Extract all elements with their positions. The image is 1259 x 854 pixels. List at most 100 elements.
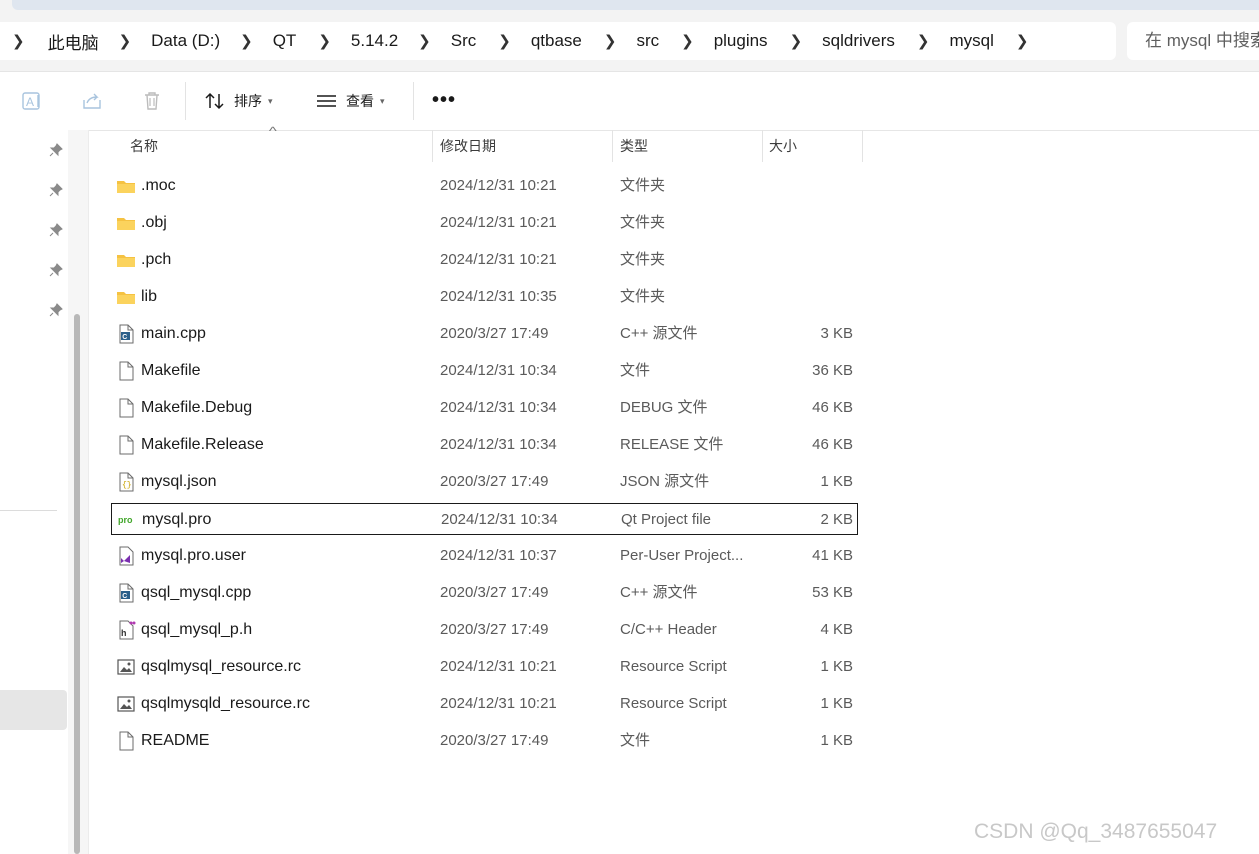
file-row[interactable]: .pch 2024/12/31 10:21 文件夹 bbox=[111, 244, 857, 276]
chevron-right-icon[interactable]: ❯ bbox=[119, 32, 132, 50]
file-size: 41 KB bbox=[812, 547, 853, 564]
chevron-right-icon[interactable]: ❯ bbox=[240, 32, 253, 50]
pin-icon[interactable] bbox=[49, 263, 63, 277]
file-row[interactable]: lib 2024/12/31 10:35 文件夹 bbox=[111, 281, 857, 313]
breadcrumb-item[interactable]: mysql bbox=[949, 31, 993, 51]
file-row[interactable]: .moc 2024/12/31 10:21 文件夹 bbox=[111, 170, 857, 202]
pane-divider bbox=[88, 130, 89, 854]
pin-icon[interactable] bbox=[49, 223, 63, 237]
breadcrumb-item[interactable]: qtbase bbox=[531, 31, 582, 51]
file-row[interactable]: Cmain.cpp 2020/3/27 17:49 C++ 源文件 3 KB bbox=[111, 318, 857, 350]
breadcrumb-label: 5.14.2 bbox=[350, 31, 399, 50]
column-separator[interactable] bbox=[432, 130, 433, 162]
share-icon[interactable] bbox=[81, 90, 103, 112]
file-date: 2024/12/31 10:34 bbox=[440, 399, 557, 416]
delete-icon[interactable] bbox=[141, 90, 163, 112]
chevron-right-icon[interactable]: ❯ bbox=[318, 32, 331, 50]
file-type: 文件夹 bbox=[620, 214, 666, 231]
file-row[interactable]: Makefile.Debug 2024/12/31 10:34 DEBUG 文件 46… bbox=[111, 392, 857, 424]
sort-button[interactable]: 排序 ▾ bbox=[204, 89, 273, 113]
file-row[interactable]: README 2020/3/27 17:49 文件 1 KB bbox=[111, 725, 857, 757]
watermark: CSDN @Qq_3487655047 bbox=[974, 820, 1218, 843]
file-type: C++ 源文件 bbox=[620, 325, 698, 342]
sort-icon bbox=[205, 92, 224, 110]
chevron-right-icon[interactable]: ❯ bbox=[1016, 32, 1029, 50]
chevron-right-icon[interactable]: ❯ bbox=[790, 32, 803, 50]
file-name: README bbox=[141, 732, 210, 749]
pin-icon[interactable] bbox=[49, 143, 63, 157]
breadcrumb-item[interactable]: plugins bbox=[714, 31, 768, 51]
file-type: C/C++ Header bbox=[620, 621, 717, 638]
file-type: DEBUG 文件 bbox=[620, 399, 708, 416]
file-row[interactable]: Makefile 2024/12/31 10:34 文件 36 KB bbox=[111, 355, 857, 387]
file-date: 2024/12/31 10:37 bbox=[440, 547, 557, 564]
rename-icon[interactable]: A bbox=[21, 90, 43, 112]
breadcrumb-item[interactable]: 此电脑 bbox=[48, 29, 99, 54]
file-name: mysql.pro.user bbox=[141, 547, 246, 564]
column-separator[interactable] bbox=[762, 130, 763, 162]
nav-item-selected[interactable] bbox=[0, 690, 67, 730]
nav-scrollbar-thumb[interactable] bbox=[74, 314, 80, 854]
chevron-right-icon[interactable]: ❯ bbox=[917, 32, 930, 50]
blank-file-icon bbox=[119, 731, 134, 751]
file-date: 2024/12/31 10:34 bbox=[441, 511, 558, 528]
chevron-right-icon[interactable]: ❯ bbox=[681, 32, 694, 50]
file-date: 2020/3/27 17:49 bbox=[440, 732, 549, 749]
file-row[interactable]: .obj 2024/12/31 10:21 文件夹 bbox=[111, 207, 857, 239]
file-type: Per-User Project... bbox=[620, 547, 744, 564]
file-type: C++ 源文件 bbox=[620, 584, 698, 601]
breadcrumb-root-chevron[interactable]: ❯ bbox=[12, 32, 25, 50]
chevron-right-icon[interactable]: ❯ bbox=[498, 32, 511, 50]
search-input[interactable]: 在 mysql 中搜索 bbox=[1127, 22, 1259, 60]
pin-icon[interactable] bbox=[49, 303, 63, 317]
file-size: 1 KB bbox=[820, 473, 853, 490]
view-button[interactable]: 查看 ▾ bbox=[316, 89, 385, 113]
breadcrumb-item[interactable]: Src bbox=[451, 31, 477, 51]
column-header-date[interactable]: 修改日期 bbox=[440, 130, 496, 162]
qt-pro-file-icon: pro bbox=[118, 514, 136, 526]
breadcrumb-label: 此电脑 bbox=[47, 33, 99, 53]
file-size: 2 KB bbox=[820, 511, 853, 528]
file-row[interactable]: qsqlmysqld_resource.rc 2024/12/31 10:21 Re… bbox=[111, 688, 857, 720]
folder-icon bbox=[117, 255, 135, 267]
file-name: Makefile.Debug bbox=[141, 399, 253, 416]
toolbar-divider bbox=[413, 82, 414, 120]
file-type: 文件夹 bbox=[620, 288, 666, 305]
view-icon bbox=[317, 95, 336, 107]
file-date: 2020/3/27 17:49 bbox=[440, 473, 549, 490]
breadcrumb-item[interactable]: QT bbox=[273, 31, 297, 51]
breadcrumb-label: qtbase bbox=[530, 31, 582, 50]
column-header-type[interactable]: 类型 bbox=[620, 130, 648, 162]
breadcrumb-item[interactable]: 5.14.2 bbox=[351, 31, 398, 51]
breadcrumb-label: sqldrivers bbox=[822, 31, 895, 50]
file-name: Makefile bbox=[141, 362, 201, 379]
file-row[interactable]: mysql.pro.user 2024/12/31 10:37 Per-User P… bbox=[111, 540, 857, 572]
file-row[interactable]: Makefile.Release 2024/12/31 10:34 RELEASE … bbox=[111, 429, 857, 461]
column-header-size[interactable]: 大小 bbox=[769, 130, 797, 162]
file-row[interactable]: {} mysql.json 2020/3/27 17:49 JSON 源文件 1 KB bbox=[111, 466, 857, 498]
file-row[interactable]: Cqsql_mysql.cpp 2020/3/27 17:49 C++ 源文件 53 … bbox=[111, 577, 857, 609]
cpp-file-icon: C bbox=[119, 583, 134, 603]
file-date: 2024/12/31 10:21 bbox=[440, 251, 557, 268]
breadcrumb[interactable]: ❯ 此电脑 ❯ Data (D:) ❯ QT ❯ 5.14.2 ❯ Src ❯ … bbox=[0, 22, 1116, 60]
file-row[interactable]: qsqlmysql_resource.rc 2024/12/31 10:21 Res… bbox=[111, 651, 857, 683]
breadcrumb-item[interactable]: src bbox=[636, 31, 659, 51]
breadcrumb-item[interactable]: sqldrivers bbox=[822, 31, 895, 51]
folder-icon bbox=[117, 218, 135, 230]
breadcrumb-label: mysql bbox=[949, 31, 994, 50]
column-separator[interactable] bbox=[862, 130, 863, 162]
more-icon[interactable]: ••• bbox=[432, 89, 456, 112]
chevron-down-icon: ▾ bbox=[380, 95, 385, 106]
breadcrumb-item[interactable]: Data (D:) bbox=[151, 31, 220, 51]
column-header-name[interactable]: 名称 bbox=[130, 130, 158, 162]
chevron-right-icon[interactable]: ❯ bbox=[418, 32, 431, 50]
chevron-right-icon[interactable]: ❯ bbox=[604, 32, 617, 50]
column-separator[interactable] bbox=[612, 130, 613, 162]
json-file-icon: {} bbox=[119, 472, 134, 492]
pin-icon[interactable] bbox=[49, 183, 63, 197]
file-row[interactable]: pro mysql.pro 2024/12/31 10:34 Qt Project f… bbox=[111, 503, 858, 535]
file-type: Resource Script bbox=[620, 658, 727, 675]
file-name: main.cpp bbox=[141, 325, 206, 342]
file-row[interactable]: h qsql_mysql_p.h 2020/3/27 17:49 C/C++ Head… bbox=[111, 614, 857, 646]
file-date: 2020/3/27 17:49 bbox=[440, 325, 549, 342]
